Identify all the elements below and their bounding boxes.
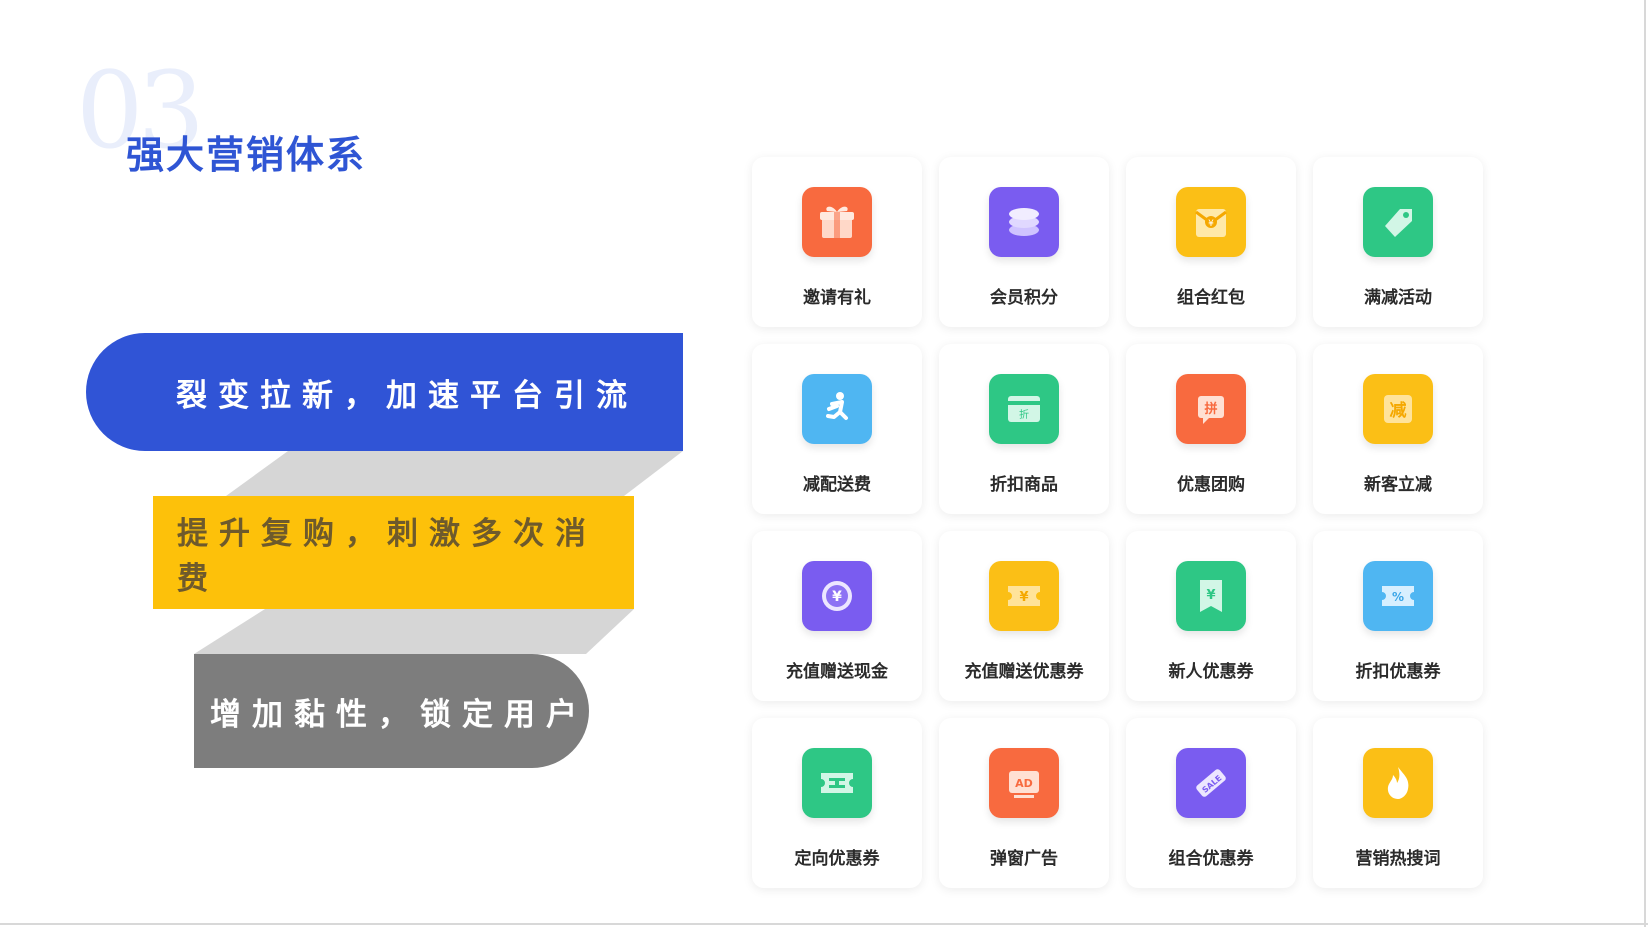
svg-text:¥: ¥: [832, 589, 842, 605]
feature-card-red-envelope[interactable]: ¥ 组合红包: [1126, 157, 1296, 327]
group-buy-icon: 拼: [1176, 374, 1246, 444]
feature-label: 减配送费: [803, 475, 871, 495]
feature-card-discount-goods[interactable]: 折 折扣商品: [939, 344, 1109, 514]
fold-shadow-2: [194, 609, 634, 654]
reduce-icon: 减: [1363, 374, 1433, 444]
svg-text:拼: 拼: [1204, 401, 1217, 417]
gift-icon: [802, 187, 872, 257]
sale-tag-icon: SALE: [1176, 748, 1246, 818]
feature-card-full-reduction[interactable]: 满减活动: [1313, 157, 1483, 327]
feature-label: 充值赠送现金: [786, 662, 888, 682]
feature-card-group-buy[interactable]: 拼 优惠团购: [1126, 344, 1296, 514]
feature-label: 会员积分: [990, 288, 1058, 308]
feature-label: 定向优惠券: [794, 849, 880, 869]
fire-icon: [1363, 748, 1433, 818]
feature-label: 邀请有礼: [803, 288, 871, 308]
feature-label: 组合优惠券: [1168, 849, 1254, 869]
banner-growth: 裂变拉新，加速平台引流: [86, 333, 683, 451]
feature-card-hot-search[interactable]: 营销热搜词: [1313, 718, 1483, 888]
feature-label: 新人优惠券: [1168, 662, 1254, 682]
coin-stack-icon: [989, 187, 1059, 257]
feature-label: 营销热搜词: [1355, 849, 1441, 869]
yen-ticket-icon: ¥: [1176, 561, 1246, 631]
yen-coupon-icon: ¥: [989, 561, 1059, 631]
feature-card-recharge-cash[interactable]: ¥ 充值赠送现金: [752, 531, 922, 701]
feature-card-recharge-coupon[interactable]: ¥ 充值赠送优惠券: [939, 531, 1109, 701]
ad-icon: AD: [989, 748, 1059, 818]
svg-text:%: %: [1392, 590, 1404, 604]
svg-text:¥: ¥: [1019, 590, 1028, 605]
feature-card-discount-coupon[interactable]: % 折扣优惠券: [1313, 531, 1483, 701]
feature-card-points[interactable]: 会员积分: [939, 157, 1109, 327]
feature-label: 折扣优惠券: [1355, 662, 1441, 682]
feature-card-newcomer-coupon[interactable]: ¥ 新人优惠券: [1126, 531, 1296, 701]
feature-label: 满减活动: [1364, 288, 1432, 308]
feature-label: 组合红包: [1177, 288, 1245, 308]
feature-grid: 邀请有礼 会员积分 ¥ 组合红包 满减活动 减配送费 折 折扣商品 拼 优惠团购…: [752, 157, 1485, 889]
svg-text:减: 减: [1390, 400, 1407, 421]
feature-card-popup-ad[interactable]: AD 弹窗广告: [939, 718, 1109, 888]
red-envelope-icon: ¥: [1176, 187, 1246, 257]
svg-text:折: 折: [1019, 408, 1029, 421]
yen-coin-icon: ¥: [802, 561, 872, 631]
banner-retention: 增加黏性，锁定用户: [194, 654, 589, 768]
feature-card-combo-coupon[interactable]: SALE 组合优惠券: [1126, 718, 1296, 888]
fold-shadow-1: [226, 451, 683, 496]
feature-label: 新客立减: [1364, 475, 1432, 495]
svg-text:AD: AD: [1015, 777, 1033, 790]
tag-icon: [1363, 187, 1433, 257]
feature-card-invite[interactable]: 邀请有礼: [752, 157, 922, 327]
ticket-icon: [802, 748, 872, 818]
feature-card-delivery-fee[interactable]: 减配送费: [752, 344, 922, 514]
feature-label: 充值赠送优惠券: [964, 662, 1084, 682]
feature-card-new-customer[interactable]: 减 新客立减: [1313, 344, 1483, 514]
feature-label: 弹窗广告: [990, 849, 1058, 869]
runner-icon: [802, 374, 872, 444]
percent-coupon-icon: %: [1363, 561, 1433, 631]
frame-right-border: [1644, 0, 1646, 927]
feature-label: 优惠团购: [1177, 475, 1245, 495]
discount-card-icon: 折: [989, 374, 1059, 444]
banner-repurchase: 提升复购，刺激多次消费: [153, 496, 634, 609]
svg-text:¥: ¥: [1206, 588, 1215, 603]
feature-label: 折扣商品: [990, 475, 1058, 495]
frame-bottom-border: [0, 923, 1648, 925]
svg-text:¥: ¥: [1208, 219, 1214, 229]
feature-card-targeted-coupon[interactable]: 定向优惠券: [752, 718, 922, 888]
